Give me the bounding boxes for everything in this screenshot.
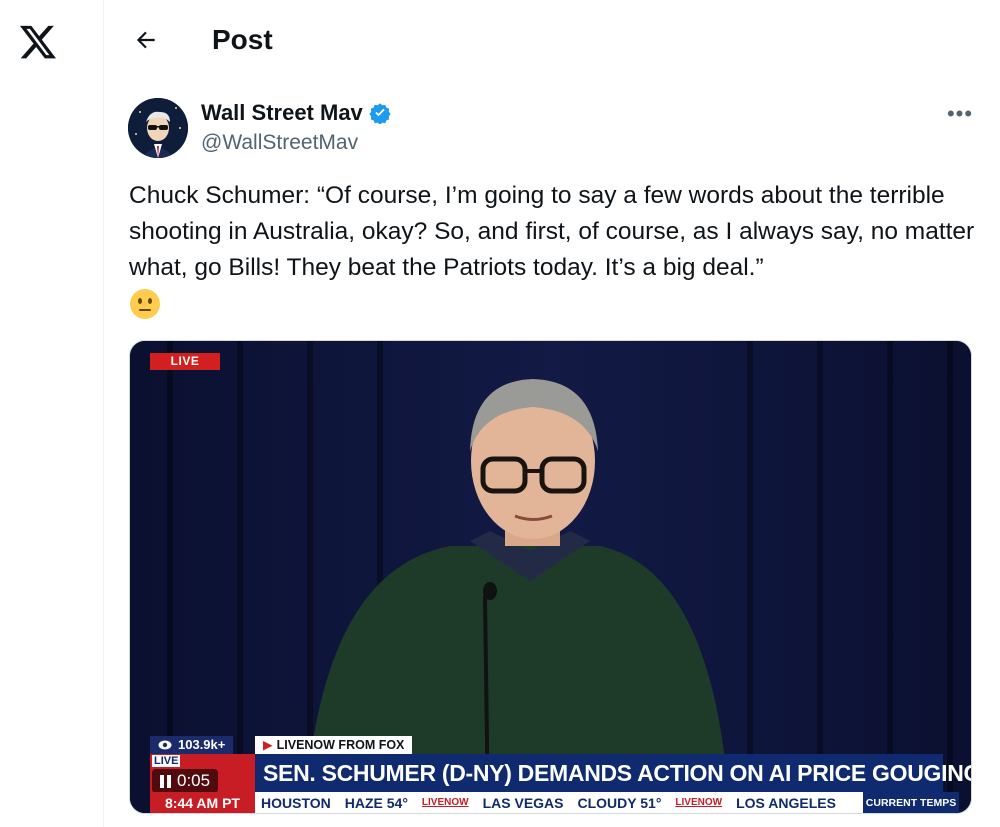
left-rail [0, 0, 104, 827]
pause-icon [160, 774, 171, 788]
avatar[interactable] [128, 98, 188, 158]
ticker-condition: CLOUDY 51° [577, 795, 662, 811]
eye-icon [158, 740, 172, 750]
current-temps-label: CURRENT TEMPS [863, 792, 959, 813]
post-text: Chuck Schumer: “Of course, I’m going to … [129, 182, 975, 281]
back-button[interactable] [128, 22, 164, 58]
source-label-text: LIVENOW FROM FOX [276, 738, 405, 752]
timer-text: 0:05 [177, 771, 211, 790]
view-count: 103.9k+ [150, 736, 234, 754]
more-options-button[interactable]: ••• [940, 100, 980, 128]
source-label: ▶ LIVENOW FROM FOX [255, 736, 413, 754]
live-badge: LIVE [150, 353, 220, 370]
video-player[interactable]: LIVE 103.9k+ ▶ LIVENOW FROM FOX LIVE SEN.… [129, 340, 972, 814]
arrow-left-icon [136, 31, 155, 49]
play-triangle-icon: ▶ [263, 738, 273, 752]
author-handle[interactable]: @WallStreetMav [201, 129, 358, 157]
more-horizontal-icon: ••• [946, 101, 974, 126]
ticker-city: LOS ANGELES [736, 795, 836, 811]
ticker-city: LAS VEGAS [482, 795, 564, 811]
x-logo-icon[interactable] [18, 22, 58, 62]
ticker-condition: HAZE 54° [344, 795, 408, 811]
neutral-face-emoji [130, 289, 160, 319]
ticker-separator: LIVENOW [675, 797, 723, 808]
live-now-label: LIVE [152, 755, 181, 767]
view-count-text: 103.9k+ [178, 737, 226, 752]
author-name-text: Wall Street Mav [201, 100, 363, 125]
page-title: Post [212, 24, 273, 55]
headline-chyron: SEN. SCHUMER (D-NY) DEMANDS ACTION ON AI… [255, 754, 971, 792]
ticker-separator: LIVENOW [421, 797, 469, 808]
pause-timer-button[interactable]: 0:05 [152, 769, 219, 793]
verified-badge-icon [369, 103, 391, 124]
author-name[interactable]: Wall Street Mav [201, 99, 391, 127]
weather-ticker: HOUSTON HAZE 54° LIVENOW LAS VEGAS CLOUD… [255, 792, 943, 813]
post-header: Post [104, 0, 1000, 80]
ticker-city: HOUSTON [261, 795, 331, 811]
clock-label: 8:44 AM PT [150, 792, 255, 813]
